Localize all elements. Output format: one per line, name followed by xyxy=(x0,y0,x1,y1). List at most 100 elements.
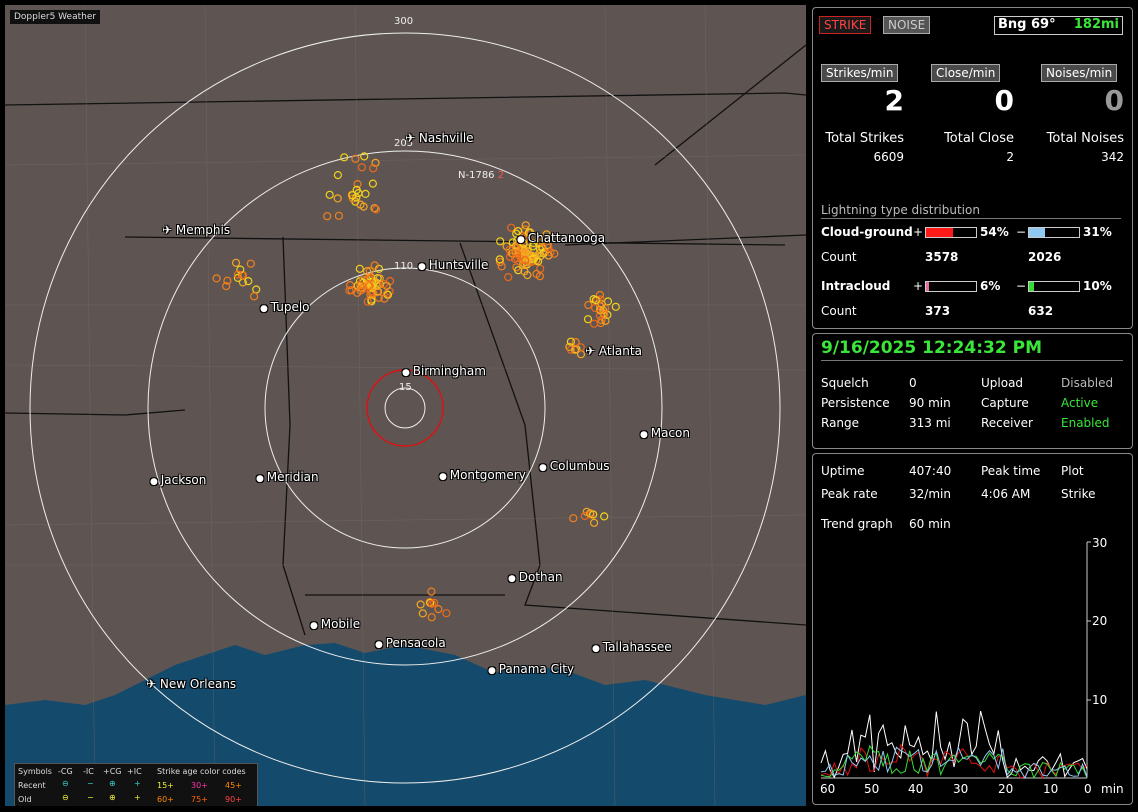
strike-marker xyxy=(442,609,451,618)
city-dot-icon: ● xyxy=(592,644,603,654)
city-name: Dothan xyxy=(518,570,563,584)
strike-marker xyxy=(368,179,377,188)
airport-icon: ✈ xyxy=(146,677,160,691)
trend-panel: Uptime 407:40 Peak time Plot Peak rate 3… xyxy=(812,453,1133,805)
total-strikes-label: Total Strikes xyxy=(825,131,904,146)
x-tick-30: 30 xyxy=(953,782,969,796)
strike-marker xyxy=(357,163,366,172)
legend-col-nic: -IC xyxy=(83,767,94,776)
strike-marker xyxy=(325,190,334,199)
city-name: Tupelo xyxy=(270,300,310,314)
cg-neg-pct: 31% xyxy=(1083,225,1112,239)
range-label-300: 300 xyxy=(394,16,414,27)
old-ncg-icon: ⊖ xyxy=(62,793,69,802)
old-pic-icon: + xyxy=(134,793,141,802)
city-tupelo: ● Tupelo xyxy=(260,300,310,314)
strike-marker xyxy=(418,609,427,618)
legend-age-title: Strike age color codes xyxy=(157,767,246,776)
old-nic-icon: − xyxy=(87,793,94,802)
strike-marker xyxy=(521,221,530,230)
cg-pos-pct: 54% xyxy=(980,225,1009,239)
strike-markers xyxy=(212,152,620,622)
aircraft-alt: 2 xyxy=(497,170,505,181)
strike-legend: Symbols -CG -IC +CG +IC Strike age color… xyxy=(14,763,258,806)
strike-marker xyxy=(504,273,513,282)
receiver-value: Enabled xyxy=(1061,416,1110,430)
city-birmingham: ● Birmingham xyxy=(402,364,486,378)
cg-neg-bar xyxy=(1028,227,1080,238)
city-name: Montgomery xyxy=(449,468,526,482)
city-nashville: ✈ Nashville xyxy=(405,131,474,145)
legend-col-pcg: +CG xyxy=(103,767,122,776)
strike-marker xyxy=(252,285,261,294)
strike-marker xyxy=(334,211,343,220)
strike-marker xyxy=(231,258,241,267)
cg-count-label: Count xyxy=(821,250,857,264)
city-name: Jackson xyxy=(160,473,207,487)
close-per-min: 0 xyxy=(994,84,1014,117)
age-30: 30+ xyxy=(191,781,208,790)
lightning-map[interactable]: Doppler5 Weather 300 205 110 15 N-1786 2… xyxy=(5,5,806,806)
x-tick-60: 60 xyxy=(820,782,836,796)
cg-neg-count: 2026 xyxy=(1028,250,1062,264)
noises-per-min: 0 xyxy=(1104,84,1124,117)
strike-button[interactable]: STRIKE xyxy=(819,16,872,34)
city-name: Meridian xyxy=(266,470,319,484)
total-close-label: Total Close xyxy=(944,131,1014,146)
strike-marker xyxy=(434,604,443,614)
trend-line xyxy=(820,710,1088,779)
city-dothan: ● Dothan xyxy=(508,570,563,584)
city-dot-icon: ● xyxy=(375,640,386,650)
city-dot-icon: ● xyxy=(539,463,550,473)
datetime: 9/16/2025 12:24:32 PM xyxy=(821,338,1123,361)
trend-graph xyxy=(820,541,1091,780)
strikes-per-min: 2 xyxy=(884,84,904,117)
city-name: Birmingham xyxy=(412,364,486,378)
strike-marker xyxy=(583,315,593,324)
airport-icon: ✈ xyxy=(162,223,176,237)
squelch-label: Squelch xyxy=(821,376,869,390)
airport-icon: ✈ xyxy=(405,131,419,145)
y-tick-10: 10 xyxy=(1092,693,1108,707)
x-tick-40: 40 xyxy=(908,782,924,796)
age-75: 75+ xyxy=(191,795,208,804)
distance-value: 182mi xyxy=(1073,17,1119,32)
age-45: 45+ xyxy=(225,781,242,790)
total-noises-label: Total Noises xyxy=(1046,131,1124,146)
ic-label: Intracloud xyxy=(821,279,891,293)
strike-marker xyxy=(212,274,221,283)
city-dot-icon: ● xyxy=(439,472,450,482)
close-per-min-label[interactable]: Close/min xyxy=(931,64,1001,82)
city-montgomery: ● Montgomery xyxy=(439,468,526,482)
strike-marker xyxy=(427,613,436,622)
strikes-per-min-label[interactable]: Strikes/min xyxy=(821,64,899,82)
strike-marker xyxy=(600,512,609,521)
ic-neg-count: 632 xyxy=(1028,304,1054,318)
range-label: Range xyxy=(821,416,860,430)
noise-button[interactable]: NOISE xyxy=(883,16,931,34)
capture-value: Active xyxy=(1061,396,1099,410)
legend-col-pic: +IC xyxy=(127,767,142,776)
cg-label: Cloud-ground xyxy=(821,225,913,239)
city-meridian: ● Meridian xyxy=(256,470,319,484)
bearing-value: Bng 69° xyxy=(998,17,1056,32)
aircraft-id: N-1786 xyxy=(458,170,495,181)
map-graphics xyxy=(5,5,806,806)
city-name: Macon xyxy=(650,426,690,440)
y-tick-20: 20 xyxy=(1092,614,1108,628)
legend-recent: Recent xyxy=(18,781,46,790)
persistence-label: Persistence xyxy=(821,396,890,410)
strike-marker xyxy=(361,189,370,198)
strike-marker xyxy=(323,212,332,221)
bearing-box: Bng 69° 182mi xyxy=(994,16,1123,35)
noises-per-min-label[interactable]: Noises/min xyxy=(1041,64,1118,82)
strike-marker xyxy=(427,587,436,596)
city-dot-icon: ● xyxy=(260,304,271,314)
cg-pos-bar xyxy=(925,227,977,238)
city-name: Chattanooga xyxy=(527,231,606,245)
ic-minus-sign: − xyxy=(1016,279,1027,293)
cg-pos-fill xyxy=(926,228,953,237)
distribution-title: Lightning type distribution xyxy=(821,203,1121,219)
airport-icon: ✈ xyxy=(585,344,599,358)
aircraft-label[interactable]: N-1786 2 xyxy=(458,170,504,181)
